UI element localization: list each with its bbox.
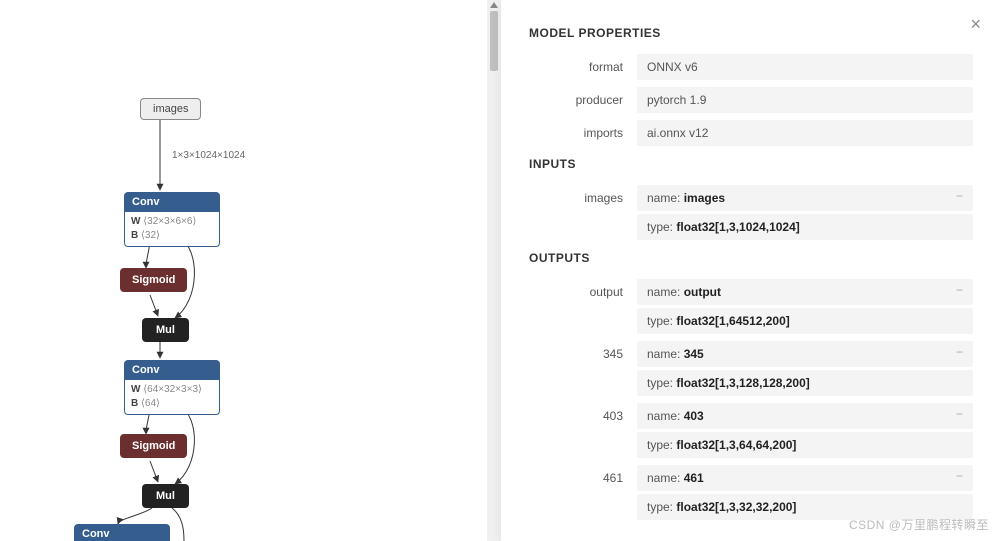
- node-label: images: [153, 103, 188, 115]
- io-row-403: 403 name: 403− type: float32[1,3,64,64,2…: [529, 403, 973, 461]
- node-body: W ⟨64×32×3×3⟩ B ⟨64⟩: [124, 380, 220, 415]
- prop-label: producer: [529, 87, 637, 107]
- io-name[interactable]: name: 461−: [637, 465, 973, 491]
- prop-label: format: [529, 54, 637, 74]
- io-name[interactable]: name: 403−: [637, 403, 973, 429]
- io-name[interactable]: name: 345−: [637, 341, 973, 367]
- outputs-title: OUTPUTS: [529, 251, 973, 265]
- node-conv-1[interactable]: Conv W ⟨32×3×6×6⟩ B ⟨32⟩: [124, 192, 220, 247]
- node-label: Mul: [156, 324, 175, 336]
- node-sigmoid-2[interactable]: Sigmoid: [120, 434, 187, 458]
- prop-row-imports: imports ai.onnx v12: [529, 120, 973, 149]
- io-type: type: float32[1,3,128,128,200]: [637, 370, 973, 396]
- inputs-title: INPUTS: [529, 157, 973, 171]
- io-row-output: output name: output− type: float32[1,645…: [529, 279, 973, 337]
- io-type: type: float32[1,64512,200]: [637, 308, 973, 334]
- scroll-thumb[interactable]: [490, 11, 498, 71]
- io-row-images: images name: images− type: float32[1,3,1…: [529, 185, 973, 243]
- io-type: type: float32[1,3,64,64,200]: [637, 432, 973, 458]
- io-label: output: [529, 279, 637, 299]
- vertical-scrollbar[interactable]: [487, 0, 501, 541]
- edge-shape-label: 1×3×1024×1024: [172, 150, 245, 161]
- io-name[interactable]: name: output−: [637, 279, 973, 305]
- node-label: Sigmoid: [132, 440, 175, 452]
- panel-title: MODEL PROPERTIES: [529, 26, 973, 40]
- graph-canvas[interactable]: images 1×3×1024×1024 Conv W ⟨32×3×6×6⟩ B…: [0, 0, 487, 541]
- prop-value: pytorch 1.9: [637, 87, 973, 113]
- node-conv-3[interactable]: Conv: [74, 524, 170, 541]
- node-conv-2[interactable]: Conv W ⟨64×32×3×3⟩ B ⟨64⟩: [124, 360, 220, 415]
- node-sigmoid-1[interactable]: Sigmoid: [120, 268, 187, 292]
- prop-row-producer: producer pytorch 1.9: [529, 87, 973, 116]
- node-body: W ⟨32×3×6×6⟩ B ⟨32⟩: [124, 212, 220, 247]
- io-row-345: 345 name: 345− type: float32[1,3,128,128…: [529, 341, 973, 399]
- scroll-up-arrow-icon[interactable]: [490, 2, 498, 8]
- prop-value: ai.onnx v12: [637, 120, 973, 146]
- node-mul-2[interactable]: Mul: [142, 484, 189, 508]
- prop-label: imports: [529, 120, 637, 140]
- node-title: Conv: [124, 360, 220, 380]
- node-label: Mul: [156, 490, 175, 502]
- io-row-461: 461 name: 461− type: float32[1,3,32,32,2…: [529, 465, 973, 523]
- prop-value: ONNX v6: [637, 54, 973, 80]
- io-label: 461: [529, 465, 637, 485]
- io-label: 403: [529, 403, 637, 423]
- node-label: Sigmoid: [132, 274, 175, 286]
- properties-panel: × MODEL PROPERTIES format ONNX v6 produc…: [501, 0, 1001, 541]
- node-title: Conv: [74, 524, 170, 541]
- node-input-images[interactable]: images: [140, 98, 201, 120]
- node-title: Conv: [124, 192, 220, 212]
- io-label: 345: [529, 341, 637, 361]
- io-name[interactable]: name: images−: [637, 185, 973, 211]
- prop-row-format: format ONNX v6: [529, 54, 973, 83]
- node-mul-1[interactable]: Mul: [142, 318, 189, 342]
- io-type: type: float32[1,3,1024,1024]: [637, 214, 973, 240]
- io-label: images: [529, 185, 637, 205]
- close-icon[interactable]: ×: [970, 14, 981, 35]
- watermark: CSDN @万里鹏程转瞬至: [849, 516, 989, 533]
